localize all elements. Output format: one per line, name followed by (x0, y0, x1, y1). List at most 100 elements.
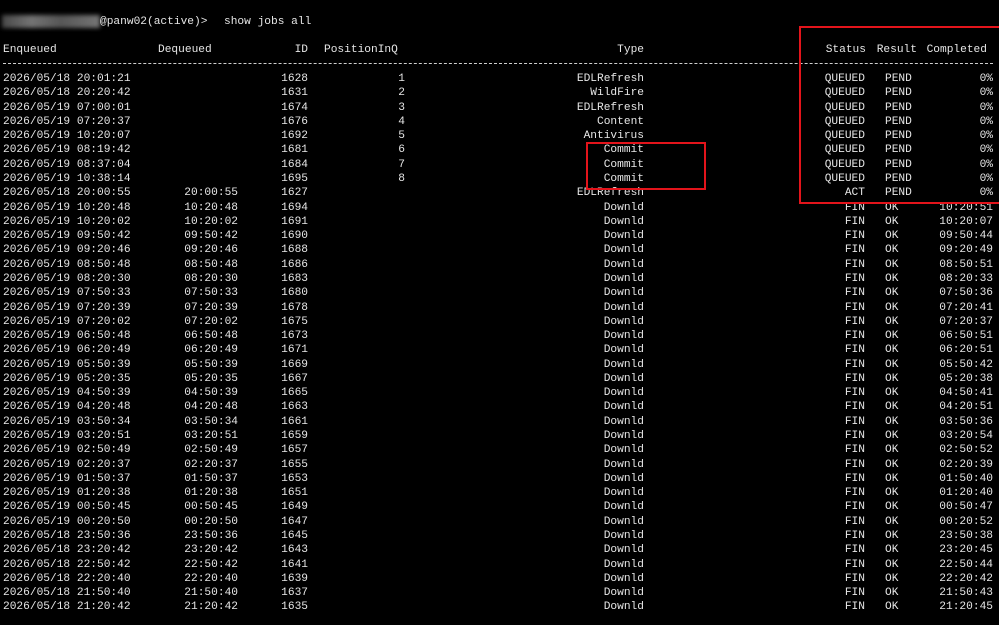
table-row: 2026/05/19 03:50:34 03:50:34 1661 Downld FIN… (0, 415, 999, 429)
cell-type: Downld (603, 387, 644, 400)
cell-status: FIN (844, 344, 865, 357)
cell-position (395, 500, 405, 514)
cell-enqueued: 2026/05/19 05:50:39 (3, 358, 131, 371)
cell-position (395, 486, 405, 500)
cell-result: OK (885, 415, 899, 428)
cell-dequeued: 09:50:42 (184, 230, 238, 243)
cell-status: FIN (844, 287, 865, 300)
cell-dequeued: 20:00:55 (184, 187, 238, 200)
cell-enqueued: 2026/05/19 10:38:14 (3, 173, 131, 185)
header-id: ID (294, 44, 308, 56)
cell-dequeued: 03:20:51 (184, 430, 238, 442)
cell-dequeued: 08:20:30 (184, 272, 238, 285)
cell-position (395, 386, 405, 400)
cell-id: 1659 (281, 430, 308, 442)
cell-id: 1665 (281, 387, 308, 400)
cell-id: 1684 (281, 158, 308, 171)
cell-completed: 00:20:52 (939, 515, 993, 528)
cell-id: 1649 (281, 501, 308, 514)
cell-type: Downld (603, 258, 644, 271)
cell-enqueued: 2026/05/18 21:50:40 (3, 587, 131, 600)
cell-dequeued: 10:20:02 (184, 215, 238, 228)
table-row: 2026/05/19 06:20:49 06:20:49 1671 Downld FIN… (0, 343, 999, 357)
cell-position (395, 572, 405, 586)
cell-result: OK (885, 558, 899, 571)
cell-result: OK (885, 601, 899, 614)
cell-result: OK (885, 344, 899, 357)
cell-completed: 02:20:39 (939, 458, 993, 471)
cell-id: 1635 (281, 601, 308, 614)
table-row: 2026/05/18 22:20:40 22:20:40 1639 Downld FIN… (0, 572, 999, 586)
cell-type: Downld (603, 201, 644, 214)
cell-enqueued: 2026/05/19 02:20:37 (3, 458, 131, 471)
cell-completed: 08:50:51 (939, 258, 993, 271)
cell-status: FIN (844, 544, 865, 557)
cell-enqueued: 2026/05/19 08:37:04 (3, 158, 131, 171)
cell-enqueued: 2026/05/19 10:20:02 (3, 215, 131, 228)
cell-completed: 23:20:45 (939, 544, 993, 557)
table-row: 2026/05/19 08:20:30 08:20:30 1683 Downld FIN… (0, 272, 999, 286)
cell-id: 1663 (281, 401, 308, 414)
cell-type: Downld (603, 415, 644, 428)
cell-completed: 09:50:44 (939, 230, 993, 243)
cell-id: 1680 (281, 287, 308, 300)
table-row: 2026/05/19 04:20:48 04:20:48 1663 Downld FIN… (0, 400, 999, 414)
cell-dequeued (158, 115, 238, 129)
cell-position (395, 600, 405, 614)
cell-enqueued: 2026/05/19 03:20:51 (3, 430, 131, 442)
cell-type: Downld (603, 515, 644, 528)
cell-completed: 07:50:36 (939, 287, 993, 300)
cell-type: Downld (603, 230, 644, 243)
cell-enqueued: 2026/05/19 06:20:49 (3, 344, 131, 357)
cell-dequeued: 22:20:40 (184, 572, 238, 585)
terminal-window[interactable]: @panw02(active)> show jobs all Enqueued … (0, 0, 999, 625)
cell-id: 1639 (281, 572, 308, 585)
cell-enqueued: 2026/05/19 09:20:46 (3, 244, 131, 257)
cell-type: Downld (603, 401, 644, 414)
cell-enqueued: 2026/05/18 23:50:36 (3, 530, 131, 542)
cell-type: Downld (603, 558, 644, 571)
cell-position (395, 215, 405, 229)
cell-result: OK (885, 244, 899, 257)
cell-position: 3 (398, 101, 405, 114)
cell-type: Antivirus (583, 130, 644, 143)
table-row: 2026/05/19 04:50:39 04:50:39 1665 Downld FIN… (0, 386, 999, 400)
cell-dequeued: 21:20:42 (184, 601, 238, 614)
cell-id: 1631 (281, 87, 308, 100)
cell-type: Downld (603, 487, 644, 500)
cell-id: 1674 (281, 101, 308, 114)
cell-dequeued: 06:50:48 (184, 330, 238, 342)
cell-completed: 02:50:52 (939, 444, 993, 457)
cell-id: 1641 (281, 558, 308, 571)
cell-status: FIN (844, 601, 865, 614)
cell-status: FIN (844, 230, 865, 243)
cell-position (395, 415, 405, 429)
cell-enqueued: 2026/05/19 01:20:38 (3, 487, 131, 500)
cell-dequeued: 02:20:37 (184, 458, 238, 471)
cell-type: Downld (603, 572, 644, 585)
cell-id: 1637 (281, 587, 308, 600)
cell-completed: 04:50:41 (939, 387, 993, 400)
cell-result: OK (885, 301, 899, 314)
cell-result: OK (885, 330, 899, 342)
cell-id: 1647 (281, 515, 308, 528)
table-row: 2026/05/19 07:20:39 07:20:39 1678 Downld FIN… (0, 301, 999, 315)
cell-dequeued: 05:50:39 (184, 358, 238, 371)
cell-completed: 03:20:54 (939, 430, 993, 442)
cell-dequeued: 06:20:49 (184, 344, 238, 357)
cell-result: OK (885, 530, 899, 542)
cell-enqueued: 2026/05/19 08:50:48 (3, 258, 131, 271)
cell-type: EDLRefresh (576, 101, 644, 114)
cell-dequeued (158, 143, 238, 157)
cell-type: Downld (603, 544, 644, 557)
cell-dequeued: 07:20:02 (184, 315, 238, 328)
cell-status: FIN (844, 315, 865, 328)
cell-type: Downld (603, 344, 644, 357)
cell-result: OK (885, 287, 899, 300)
cell-dequeued: 07:50:33 (184, 287, 238, 300)
cell-id: 1681 (281, 144, 308, 157)
cell-completed: 22:20:42 (939, 572, 993, 585)
cell-position: 6 (398, 144, 405, 157)
cell-completed: 21:20:45 (939, 601, 993, 614)
cell-enqueued: 2026/05/19 05:20:35 (3, 372, 131, 385)
